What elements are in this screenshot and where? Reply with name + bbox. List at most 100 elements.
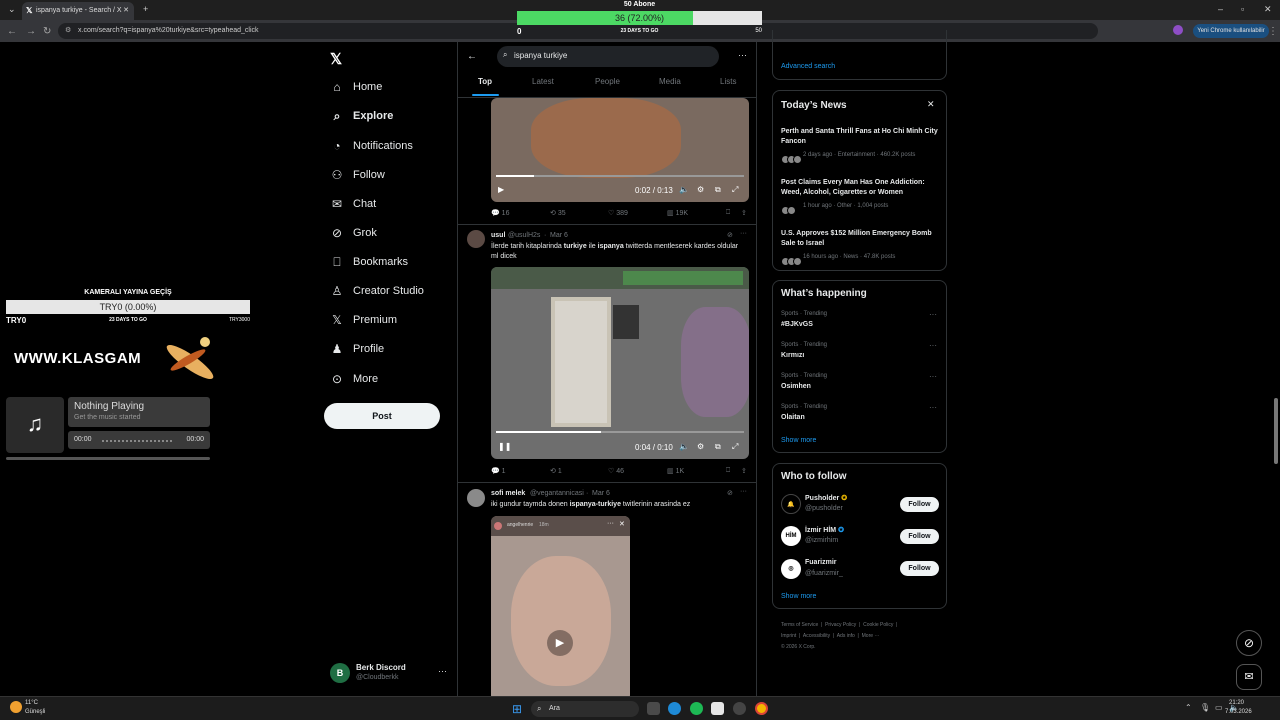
- footer-link-terms[interactable]: Terms of Service: [781, 622, 818, 628]
- tab-latest[interactable]: Latest: [532, 77, 554, 86]
- tweet-video[interactable]: ▶ 0:02 / 0:13 🔈 ⚙ ⧉ ⤢: [491, 98, 749, 202]
- x-logo-icon[interactable]: 𝕏: [330, 50, 342, 68]
- new-tab-icon[interactable]: +: [143, 4, 148, 14]
- minimize-icon[interactable]: –: [1218, 4, 1223, 14]
- like-count[interactable]: ♡ 46: [608, 467, 624, 475]
- more-icon[interactable]: ···: [929, 372, 937, 381]
- close-tab-icon[interactable]: ✕: [123, 6, 129, 14]
- news-item-title[interactable]: U.S. Approves $152 Million Emergency Bom…: [781, 229, 941, 249]
- fullscreen-icon[interactable]: ⤢: [732, 185, 738, 195]
- chrome-menu-icon[interactable]: ⋮: [1268, 26, 1278, 37]
- more-icon[interactable]: ···: [929, 403, 937, 412]
- follow-button[interactable]: Follow: [900, 529, 939, 544]
- tweet-video[interactable]: angelhenrie 18m ··· ✕ ▶: [491, 516, 630, 696]
- forward-icon[interactable]: →: [26, 26, 36, 37]
- settings-icon[interactable]: ⚙: [697, 185, 704, 194]
- footer-link-privacy[interactable]: Privacy Policy: [825, 622, 856, 628]
- footer-link-cookie[interactable]: Cookie Policy: [863, 622, 893, 628]
- bookmark-icon[interactable]: ⎕: [726, 467, 730, 475]
- more-icon[interactable]: ···: [929, 310, 937, 319]
- volume-icon[interactable]: 🔈: [679, 185, 689, 194]
- tweet-author-name[interactable]: sofi melek: [491, 490, 525, 497]
- edge-icon[interactable]: [668, 702, 681, 715]
- volume-icon[interactable]: 🔈: [679, 442, 689, 451]
- post-button[interactable]: Post: [324, 403, 440, 429]
- avatar[interactable]: [467, 230, 485, 248]
- grok-floating-button[interactable]: ⊘: [1236, 630, 1262, 656]
- footer-link-more[interactable]: More ···: [862, 633, 880, 639]
- tweet-author-handle[interactable]: @vegantannicasi: [530, 490, 584, 497]
- site-info-icon[interactable]: ⚙: [65, 26, 71, 34]
- more-icon[interactable]: ···: [740, 488, 747, 495]
- tab-people[interactable]: People: [595, 77, 620, 86]
- follow-button[interactable]: Follow: [900, 561, 939, 576]
- avatar[interactable]: [467, 489, 485, 507]
- tab-menu-icon[interactable]: ⌄: [8, 4, 16, 15]
- footer-link-ads[interactable]: Ads info: [837, 633, 855, 639]
- tweet-video[interactable]: ❚❚ 0:04 / 0:10 🔈 ⚙ ⧉ ⤢: [491, 267, 749, 459]
- tab-top[interactable]: Top: [478, 77, 492, 86]
- more-icon[interactable]: ···: [438, 666, 447, 676]
- tweet-author-handle[interactable]: @usulH2s: [508, 232, 540, 239]
- profile-avatar[interactable]: [1173, 25, 1183, 35]
- view-count[interactable]: ▥ 1K: [667, 467, 684, 475]
- more-icon[interactable]: ···: [738, 50, 747, 60]
- pip-icon[interactable]: ⧉: [715, 442, 721, 452]
- tweet-date[interactable]: Mar 6: [550, 232, 568, 239]
- tray-chevron-icon[interactable]: ⌃: [1185, 703, 1192, 712]
- reload-icon[interactable]: ↻: [43, 26, 51, 37]
- back-icon[interactable]: ←: [7, 26, 17, 37]
- avatar[interactable]: 🔔: [781, 494, 801, 514]
- avatar[interactable]: ◎: [781, 559, 801, 579]
- tab-lists[interactable]: Lists: [720, 77, 736, 86]
- news-item-title[interactable]: Post Claims Every Man Has One Addiction:…: [781, 178, 941, 198]
- more-icon[interactable]: ···: [740, 230, 747, 237]
- store-icon[interactable]: [711, 702, 724, 715]
- more-icon[interactable]: ···: [929, 341, 937, 350]
- scrollbar-thumb[interactable]: [1274, 398, 1278, 464]
- weather-temperature[interactable]: 11°C: [25, 700, 38, 706]
- settings-icon[interactable]: ⚙: [697, 442, 704, 451]
- reply-count[interactable]: 💬 1: [491, 467, 506, 475]
- task-view-icon[interactable]: [647, 702, 660, 715]
- suggested-user-name[interactable]: Fuarizmir: [805, 559, 837, 566]
- mic-icon[interactable]: 🎙: [1200, 703, 1210, 712]
- repost-count[interactable]: ⟲ 35: [550, 209, 566, 217]
- close-icon[interactable]: ✕: [927, 99, 935, 110]
- footer-link-accessibility[interactable]: Accessibility: [803, 633, 830, 639]
- taskbar-search[interactable]: ⌕ Ara: [531, 701, 639, 717]
- pause-icon[interactable]: ❚❚: [498, 442, 511, 451]
- tweet-date[interactable]: Mar 6: [592, 490, 610, 497]
- chrome-update-badge[interactable]: Yeni Chrome kullanılabilir: [1193, 24, 1269, 38]
- search-input[interactable]: ⌕ ispanya turkiye: [497, 46, 719, 67]
- show-more-link[interactable]: Show more: [781, 593, 816, 600]
- windows-start-icon[interactable]: ⊞: [512, 702, 522, 716]
- trend-name[interactable]: #BJKvGS: [781, 321, 813, 328]
- suggested-user-name[interactable]: İzmir HİM ✪: [805, 526, 844, 534]
- play-icon[interactable]: ▶: [547, 630, 573, 656]
- tweet-author-name[interactable]: usul: [491, 232, 505, 239]
- grok-icon[interactable]: ⊘: [727, 489, 733, 497]
- obs-icon[interactable]: [733, 702, 746, 715]
- play-icon[interactable]: ▶: [498, 185, 504, 194]
- trend-name[interactable]: Olaitan: [781, 414, 805, 421]
- trend-name[interactable]: Kırmızı: [781, 352, 804, 359]
- clock-date[interactable]: 7.03.2026: [1225, 709, 1252, 715]
- maximize-icon[interactable]: ▫: [1241, 4, 1244, 14]
- spotify-icon[interactable]: [690, 702, 703, 715]
- fullscreen-icon[interactable]: ⤢: [732, 442, 738, 452]
- bookmark-icon[interactable]: ⎕: [726, 209, 730, 217]
- messages-floating-button[interactable]: ✉: [1236, 664, 1262, 690]
- account-switcher[interactable]: B Berk Discord @Cloudberkk ···: [330, 662, 450, 688]
- footer-link-imprint[interactable]: Imprint: [781, 633, 796, 639]
- network-icon[interactable]: ▭: [1215, 703, 1223, 712]
- chrome-icon[interactable]: [755, 702, 768, 715]
- news-item-title[interactable]: Perth and Santa Thrill Fans at Ho Chi Mi…: [781, 127, 941, 147]
- close-window-icon[interactable]: ✕: [1264, 4, 1272, 15]
- trend-name[interactable]: Osimhen: [781, 383, 811, 390]
- show-more-link[interactable]: Show more: [781, 437, 816, 444]
- view-count[interactable]: ▥ 19K: [667, 209, 688, 217]
- reply-count[interactable]: 💬 16: [491, 209, 509, 217]
- like-count[interactable]: ♡ 389: [608, 209, 628, 217]
- suggested-user-name[interactable]: Pusholder ✪: [805, 494, 847, 502]
